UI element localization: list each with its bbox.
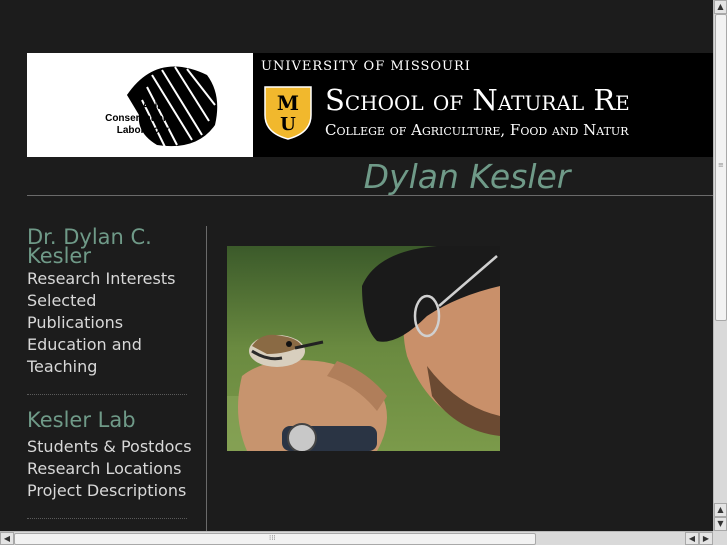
lab-name-line1: Avian — [142, 101, 169, 112]
scrollbar-corner — [713, 531, 727, 545]
researcher-with-bird-image — [227, 246, 500, 451]
header-banner: Avian Conservation Laboratory UNIVERSITY… — [27, 53, 713, 157]
scroll-up-arrow-icon[interactable]: ▲ — [714, 0, 727, 14]
svg-text:M: M — [277, 91, 299, 115]
nav-education-teaching-cont[interactable]: Teaching — [27, 356, 206, 378]
svg-text:U: U — [280, 114, 296, 135]
horizontal-scroll-thumb[interactable]: ⁞⁞⁞ — [14, 533, 536, 545]
school-name: School of Natural Re — [325, 83, 630, 117]
avian-lab-logo[interactable]: Avian Conservation Laboratory — [27, 53, 253, 157]
profile-nav: Research Interests Selected Publications… — [27, 268, 206, 378]
vertical-scroll-thumb[interactable]: ≡ — [715, 14, 727, 321]
scroll-up-arrow-bottom-icon[interactable]: ▲ — [714, 503, 727, 517]
nav-selected-publications-cont[interactable]: Publications — [27, 312, 206, 334]
sidebar-heading-profile[interactable]: Dr. Dylan C. Kesler — [27, 227, 206, 268]
nav-selected-publications[interactable]: Selected — [27, 290, 206, 312]
sidebar-heading-lab[interactable]: Kesler Lab — [27, 410, 206, 431]
page-title: Dylan Kesler — [27, 158, 713, 196]
college-name: College of Agriculture, Food and Natur — [325, 121, 629, 139]
lab-nav: Students & Postdocs Research Locations P… — [27, 436, 206, 502]
scroll-left-arrow-end-icon[interactable]: ◀ — [685, 532, 699, 545]
nav-research-interests[interactable]: Research Interests — [27, 268, 206, 290]
lab-name-line3: Laboratory — [116, 125, 169, 136]
lab-name: Avian Conservation Laboratory — [49, 101, 169, 137]
scroll-down-arrow-icon[interactable]: ▼ — [714, 517, 727, 531]
sidebar-divider — [27, 394, 187, 395]
lab-name-line2: Conservation — [105, 113, 169, 124]
sidebar-divider-2 — [27, 518, 187, 519]
sidebar-heading-line2: Kesler — [27, 244, 91, 268]
profile-photo — [227, 246, 500, 451]
scroll-left-arrow-icon[interactable]: ◀ — [0, 532, 14, 545]
school-banner[interactable]: UNIVERSITY OF MISSOURI M U School of Nat… — [253, 53, 713, 157]
nav-students-postdocs[interactable]: Students & Postdocs — [27, 436, 206, 458]
vertical-scrollbar[interactable]: ▲ ≡ ▲ ▼ — [713, 0, 727, 531]
scroll-right-arrow-icon[interactable]: ▶ — [699, 532, 713, 545]
nav-education-teaching[interactable]: Education and — [27, 334, 206, 356]
nav-research-locations[interactable]: Research Locations — [27, 458, 206, 480]
university-name: UNIVERSITY OF MISSOURI — [261, 59, 471, 74]
sidebar: Dr. Dylan C. Kesler Research Interests S… — [27, 226, 207, 531]
mu-shield-icon: M U — [264, 86, 312, 140]
nav-project-descriptions[interactable]: Project Descriptions — [27, 480, 206, 502]
horizontal-scrollbar[interactable]: ◀ ⁞⁞⁞ ◀ ▶ — [0, 531, 713, 545]
page-viewport: Avian Conservation Laboratory UNIVERSITY… — [0, 0, 713, 531]
